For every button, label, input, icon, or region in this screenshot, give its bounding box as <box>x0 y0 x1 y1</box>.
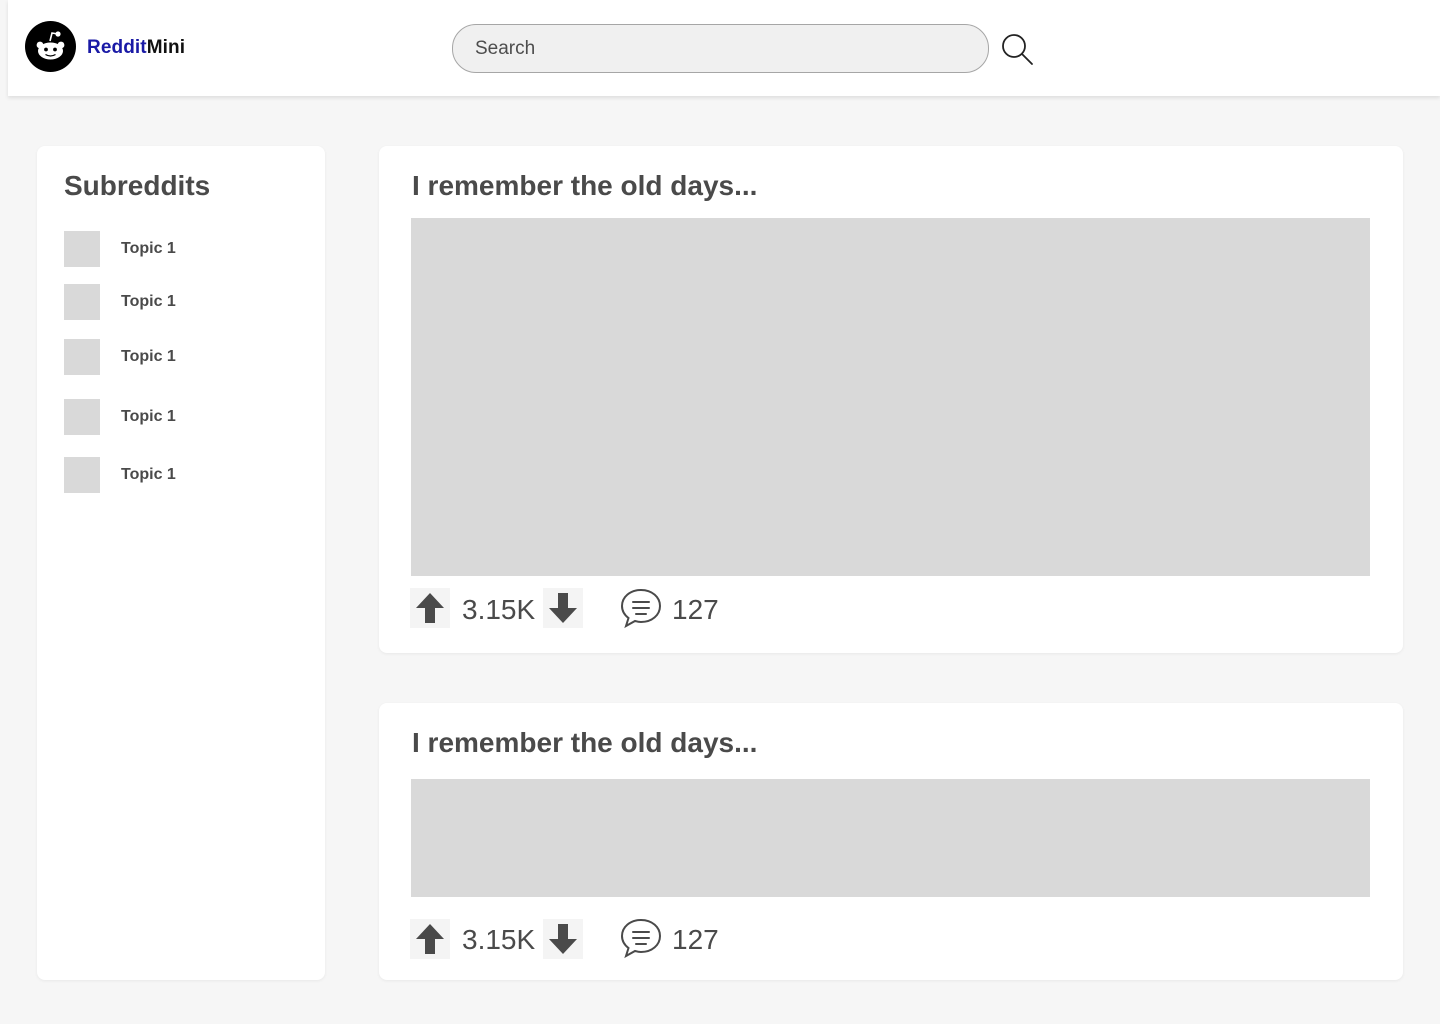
upvote-button[interactable] <box>410 919 450 959</box>
post-title[interactable]: I remember the old days... <box>412 727 757 759</box>
sidebar-item-topic[interactable]: Topic 1 <box>64 399 304 435</box>
search-input[interactable] <box>452 24 989 73</box>
magnifier-icon <box>1002 34 1033 65</box>
sidebar-item-label: Topic 1 <box>121 408 176 425</box>
post-card: I remember the old days... 3.15K 127 <box>379 703 1403 980</box>
post-card: I remember the old days... 3.15K 127 <box>379 146 1403 653</box>
reddit-logo-icon[interactable] <box>25 21 76 72</box>
arrow-down-icon <box>549 593 577 623</box>
search-button[interactable] <box>997 30 1037 70</box>
brand-name-part1: Reddit <box>87 37 147 58</box>
brand-name[interactable]: RedditMini <box>87 37 185 59</box>
sidebar-item-topic[interactable]: Topic 1 <box>64 457 304 493</box>
vote-score: 3.15K <box>462 594 536 625</box>
topic-thumbnail <box>64 339 100 375</box>
speech-bubble-icon <box>620 918 662 959</box>
comment-count: 127 <box>672 924 719 955</box>
brand-name-part2: Mini <box>146 37 186 58</box>
sidebar-title: Subreddits <box>64 170 211 201</box>
downvote-button[interactable] <box>543 588 583 628</box>
downvote-button[interactable] <box>543 919 583 959</box>
arrow-up-icon <box>416 593 444 623</box>
topic-thumbnail <box>64 457 100 493</box>
sidebar-item-topic[interactable]: Topic 1 <box>64 284 304 320</box>
top-header: RedditMini <box>8 0 1440 96</box>
upvote-button[interactable] <box>410 588 450 628</box>
topic-thumbnail <box>64 399 100 435</box>
topic-thumbnail <box>64 231 100 267</box>
post-image[interactable] <box>411 779 1370 897</box>
sidebar-item-label: Topic 1 <box>121 293 176 310</box>
sidebar-item-topic[interactable]: Topic 1 <box>64 339 304 375</box>
sidebar-item-topic[interactable]: Topic 1 <box>64 231 304 267</box>
comment-count: 127 <box>672 594 719 625</box>
vote-score: 3.15K <box>462 924 536 955</box>
arrow-up-icon <box>416 924 444 954</box>
comments-button[interactable] <box>619 917 663 959</box>
post-title[interactable]: I remember the old days... <box>412 170 757 202</box>
speech-bubble-icon <box>620 588 662 629</box>
sidebar-item-label: Topic 1 <box>121 240 176 257</box>
post-image[interactable] <box>411 218 1370 576</box>
comments-button[interactable] <box>619 587 663 629</box>
arrow-down-icon <box>549 924 577 954</box>
subreddits-sidebar: Subreddits Topic 1 Topic 1 Topic 1 Topic… <box>37 146 325 980</box>
sidebar-item-label: Topic 1 <box>121 348 176 365</box>
topic-thumbnail <box>64 284 100 320</box>
sidebar-item-label: Topic 1 <box>121 466 176 483</box>
